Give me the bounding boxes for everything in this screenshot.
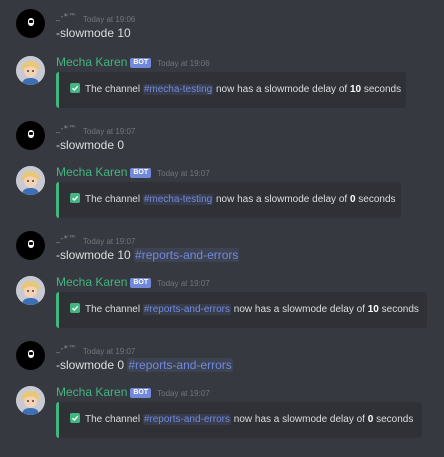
bot-embed: The channel #reports-and-errors now has …	[56, 402, 422, 438]
channel-mention[interactable]: #mecha-testing	[142, 84, 214, 95]
timestamp: Today at 19:07	[157, 169, 210, 178]
embed-value: 0	[349, 194, 356, 205]
message-content: -slowmode 0	[56, 138, 124, 153]
message-header: Mecha Karen BOT Today at 19:06	[56, 53, 210, 69]
bot-badge: BOT	[130, 278, 152, 288]
message-content: -slowmode 10 #reports-and-errors	[56, 248, 240, 263]
bot-badge: BOT	[130, 168, 152, 178]
embed-value: 0	[367, 414, 374, 425]
timestamp: Today at 19:07	[82, 237, 136, 246]
message-user: _-*™ Today at 19:07 -slowmode 0	[0, 121, 444, 153]
embed-prefix: The channel	[85, 304, 141, 315]
embed-suffix: seconds	[358, 194, 396, 205]
timestamp: Today at 19:07	[157, 279, 210, 288]
check-icon	[70, 413, 80, 423]
message-bot: Mecha Karen BOT Today at 19:07 The channel…	[0, 273, 444, 329]
channel-mention[interactable]: #mecha-testing	[142, 194, 214, 205]
user-avatar[interactable]	[16, 121, 45, 150]
message-text: -slowmode 0	[56, 358, 125, 372]
timestamp: Today at 19:07	[157, 389, 210, 398]
check-icon	[70, 83, 80, 93]
message-header: _-*™ Today at 19:07	[56, 121, 135, 137]
embed-middle: now has a slowmode delay of	[215, 84, 348, 95]
bot-username[interactable]: Mecha Karen	[56, 165, 127, 179]
message-bot: Mecha Karen BOT Today at 19:07 The channel…	[0, 163, 444, 219]
timestamp: Today at 19:06	[82, 15, 136, 24]
bot-avatar[interactable]	[16, 56, 45, 85]
check-icon	[70, 193, 80, 203]
message-user: _-*™ Today at 19:07 -slowmode 0 #reports-…	[0, 341, 444, 373]
message-header: _-*™ Today at 19:06	[56, 9, 135, 25]
channel-mention[interactable]: #reports-and-errors	[142, 414, 231, 425]
bot-username[interactable]: Mecha Karen	[56, 55, 127, 69]
message-text: -slowmode 10	[56, 248, 131, 262]
channel-mention[interactable]: #reports-and-errors	[127, 358, 233, 372]
embed-prefix: The channel	[85, 194, 141, 205]
user-avatar[interactable]	[16, 231, 45, 260]
bot-username[interactable]: Mecha Karen	[56, 275, 127, 289]
message-header: Mecha Karen BOT Today at 19:07	[56, 383, 210, 399]
message-bot: Mecha Karen BOT Today at 19:06 The channel…	[0, 53, 444, 109]
bot-avatar[interactable]	[16, 386, 45, 415]
message-user: _-*™ Today at 19:06 -slowmode 10	[0, 9, 444, 41]
bot-embed: The channel #reports-and-errors now has …	[56, 292, 427, 328]
embed-value: 10	[367, 304, 379, 315]
embed-suffix: seconds	[381, 304, 419, 315]
embed-suffix: seconds	[363, 84, 402, 95]
bot-username[interactable]: Mecha Karen	[56, 385, 127, 399]
timestamp: Today at 19:07	[82, 347, 136, 356]
embed-middle: now has a slowmode delay of	[215, 194, 348, 205]
bot-embed: The channel #mecha-testing now has a slo…	[56, 182, 401, 218]
bot-badge: BOT	[130, 58, 152, 68]
bot-avatar[interactable]	[16, 166, 45, 195]
embed-prefix: The channel	[85, 414, 141, 425]
timestamp: Today at 19:06	[157, 59, 210, 68]
user-avatar[interactable]	[16, 9, 45, 38]
user-avatar[interactable]	[16, 341, 45, 370]
embed-suffix: seconds	[376, 414, 414, 425]
channel-mention[interactable]: #reports-and-errors	[142, 304, 231, 315]
bot-avatar[interactable]	[16, 276, 45, 305]
message-user: _-*™ Today at 19:07 -slowmode 10 #reports…	[0, 231, 444, 263]
embed-prefix: The channel	[85, 84, 141, 95]
embed-value: 10	[349, 84, 362, 95]
message-text: -slowmode 0	[56, 138, 125, 152]
message-content: -slowmode 10	[56, 26, 131, 41]
check-icon	[70, 303, 80, 313]
message-header: _-*™ Today at 19:07	[56, 231, 135, 247]
message-header: _-*™ Today at 19:07	[56, 341, 135, 357]
message-content: -slowmode 0 #reports-and-errors	[56, 358, 233, 373]
embed-middle: now has a slowmode delay of	[233, 414, 365, 425]
bot-badge: BOT	[130, 388, 152, 398]
embed-middle: now has a slowmode delay of	[233, 304, 365, 315]
username[interactable]: _-*™	[56, 344, 77, 353]
chat-messages: _-*™ Today at 19:06 -slowmode 10 Mecha Ka…	[0, 0, 444, 457]
message-text: -slowmode 10	[56, 26, 131, 40]
bot-embed: The channel #mecha-testing now has a slo…	[56, 72, 406, 108]
username[interactable]: _-*™	[56, 124, 77, 133]
timestamp: Today at 19:07	[82, 127, 136, 136]
message-bot: Mecha Karen BOT Today at 19:07 The channel…	[0, 383, 444, 439]
username[interactable]: _-*™	[56, 12, 77, 21]
channel-mention[interactable]: #reports-and-errors	[134, 248, 240, 262]
username[interactable]: _-*™	[56, 234, 77, 243]
message-header: Mecha Karen BOT Today at 19:07	[56, 273, 210, 289]
message-header: Mecha Karen BOT Today at 19:07	[56, 163, 210, 179]
